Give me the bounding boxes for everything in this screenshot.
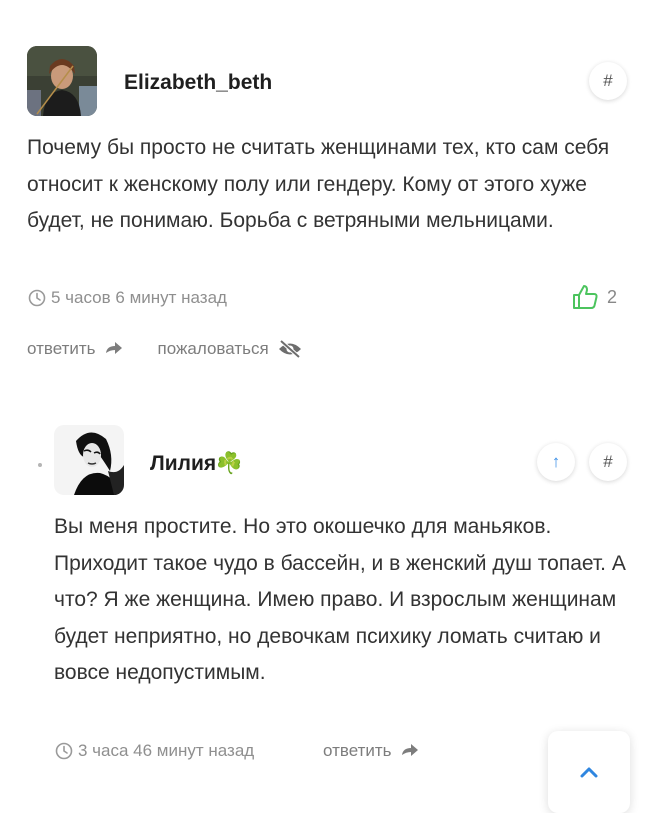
clock-icon bbox=[28, 289, 46, 307]
like-count: 2 bbox=[607, 286, 618, 307]
chevron-up-icon bbox=[580, 767, 598, 778]
avatar[interactable] bbox=[54, 425, 124, 495]
reply-indicator bbox=[38, 463, 42, 467]
anchor-button[interactable]: # bbox=[589, 62, 627, 100]
author-name-text: Лилия bbox=[150, 452, 217, 475]
comment-actions: ответить пожаловаться bbox=[27, 339, 303, 359]
reply-label: ответить bbox=[323, 741, 392, 760]
reply-button[interactable]: ответить bbox=[27, 339, 124, 359]
author-name[interactable]: Лилия☘️ bbox=[150, 452, 242, 476]
timestamp: 3 часа 46 минут назад bbox=[78, 741, 255, 760]
comment-text: Вы меня простите. Но это окошечко для ма… bbox=[54, 515, 626, 684]
avatar[interactable] bbox=[27, 46, 97, 116]
comment-meta: 3 часа 46 минут назад bbox=[55, 741, 254, 761]
comment-meta: 5 часов 6 минут назад bbox=[28, 288, 227, 308]
report-button[interactable]: пожаловаться bbox=[158, 339, 303, 359]
comment-actions: ответить bbox=[323, 741, 420, 761]
comment-text: Почему бы просто не считать женщинами те… bbox=[27, 136, 610, 232]
clock-icon bbox=[55, 742, 73, 760]
like-button[interactable]: 2 bbox=[571, 284, 617, 310]
anchor-button[interactable]: # bbox=[589, 443, 627, 481]
reply-arrow-icon bbox=[401, 744, 418, 756]
scroll-to-top-button[interactable] bbox=[548, 731, 630, 813]
shamrock-emoji: ☘️ bbox=[216, 452, 243, 475]
reply-arrow-icon bbox=[105, 342, 122, 354]
timestamp: 5 часов 6 минут назад bbox=[51, 288, 227, 307]
parent-comment-button[interactable]: ↑ bbox=[537, 443, 575, 481]
thumbs-up-icon bbox=[573, 285, 598, 309]
author-name[interactable]: Elizabeth_beth bbox=[124, 71, 272, 95]
eye-off-icon bbox=[278, 339, 301, 359]
report-label: пожаловаться bbox=[157, 339, 269, 358]
reply-button[interactable]: ответить bbox=[323, 741, 420, 761]
reply-label: ответить bbox=[27, 339, 96, 358]
